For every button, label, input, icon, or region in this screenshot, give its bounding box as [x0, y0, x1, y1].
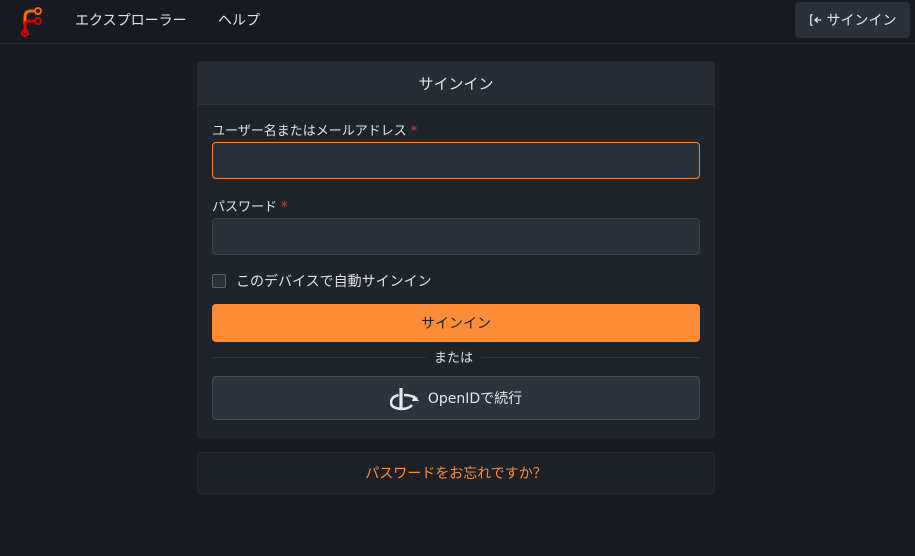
forgejo-logo-icon[interactable]	[18, 5, 42, 37]
username-label-text: ユーザー名またはメールアドレス	[212, 124, 407, 139]
username-label: ユーザー名またはメールアドレス *	[212, 120, 417, 139]
top-navbar: エクスプローラー ヘルプ サインイン	[0, 0, 915, 44]
top-signin-button[interactable]: サインイン	[795, 2, 910, 38]
openid-icon	[389, 388, 419, 411]
nav-explore[interactable]: エクスプローラー	[75, 10, 187, 30]
top-signin-label: サインイン	[826, 13, 897, 29]
password-label-text: パスワード	[212, 200, 278, 215]
remember-me-row: このデバイスで自動サインイン	[212, 271, 432, 291]
sign-in-icon	[809, 14, 821, 26]
password-label: パスワード *	[212, 196, 288, 215]
openid-button[interactable]: OpenIDで続行	[212, 376, 700, 420]
password-input[interactable]	[212, 218, 700, 255]
signin-submit-label: サインイン	[421, 316, 491, 332]
nav-help[interactable]: ヘルプ	[218, 10, 260, 30]
required-mark: *	[281, 200, 288, 215]
remember-me-checkbox[interactable]	[212, 274, 226, 288]
forgot-password-card: パスワードをお忘れですか？	[197, 452, 715, 494]
remember-me-label[interactable]: このデバイスで自動サインイン	[236, 271, 432, 291]
signin-card-title: サインイン	[198, 62, 714, 105]
username-input[interactable]	[212, 142, 700, 179]
openid-label: OpenIDで続行	[427, 391, 523, 407]
or-divider-text: または	[426, 347, 482, 366]
forgot-password-link[interactable]: パスワードをお忘れですか？	[365, 463, 547, 483]
signin-card: サインイン ユーザー名またはメールアドレス * パスワード * このデバイスで自動サ…	[197, 61, 715, 438]
signin-submit-button[interactable]: サインイン	[212, 304, 700, 342]
required-mark: *	[410, 124, 418, 139]
